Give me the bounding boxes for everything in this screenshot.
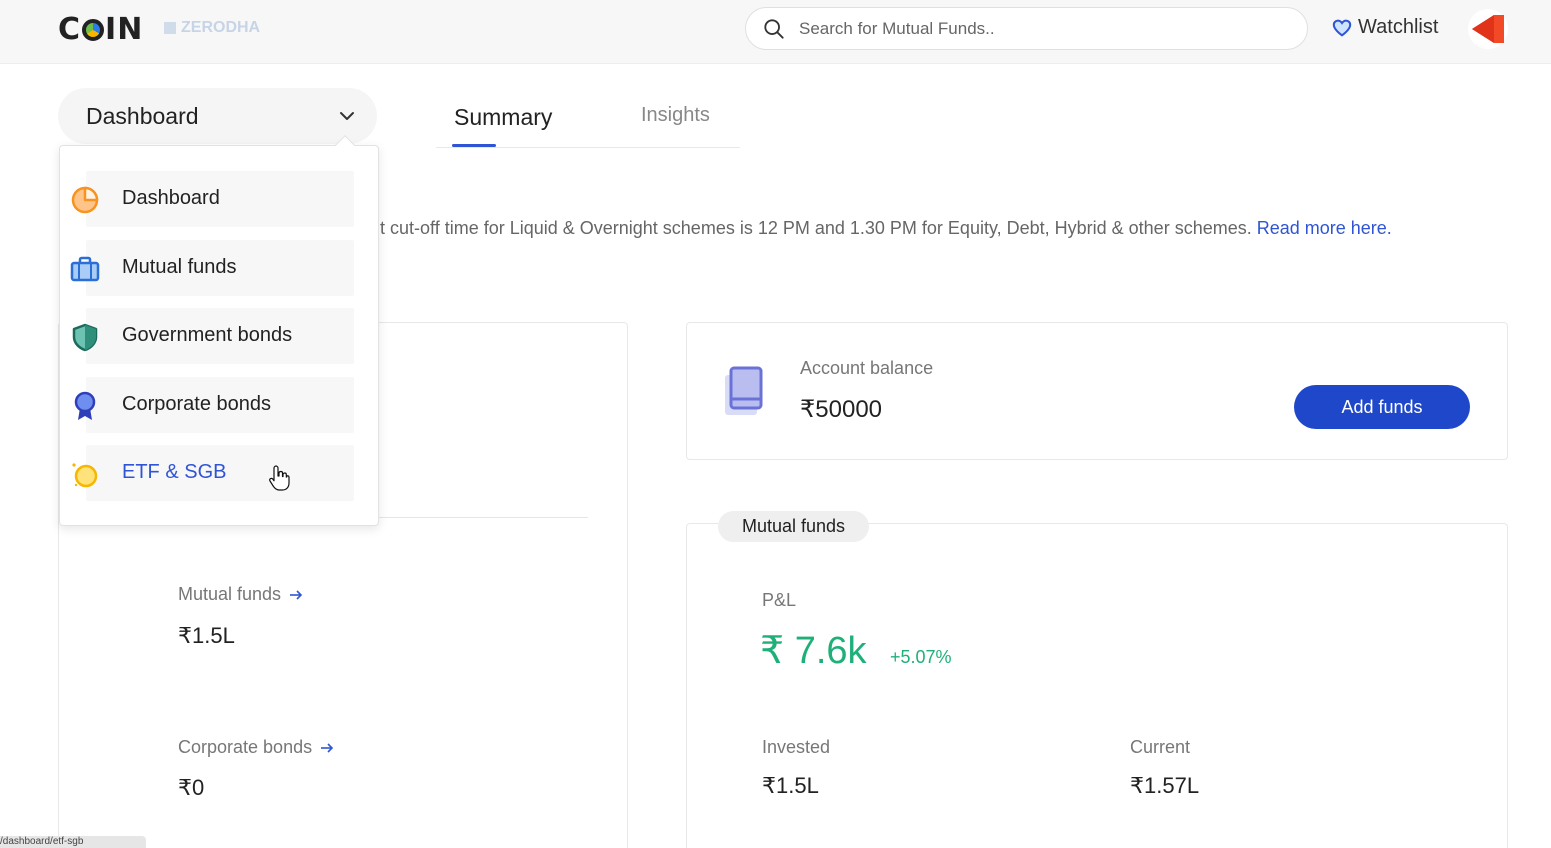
- dropdown-item-label: Government bonds: [122, 324, 293, 346]
- briefcase-icon: [70, 256, 100, 282]
- holdings-divider: [360, 517, 588, 518]
- section-selector[interactable]: Dashboard: [58, 88, 377, 144]
- account-balance-card: Account balance ₹50000 Add funds: [686, 322, 1508, 460]
- dropdown-item-government-bonds[interactable]: Government bonds: [60, 308, 380, 364]
- zerodha-flag-icon: [164, 22, 176, 34]
- invested-label: Invested: [762, 737, 831, 757]
- current-value: ₹1.57L: [1130, 773, 1200, 798]
- invested-value: ₹1.5L: [762, 773, 819, 798]
- holding-label: Mutual funds: [178, 584, 282, 604]
- dropdown-item-label: Mutual funds: [122, 256, 237, 278]
- holding-mutual-funds-link[interactable]: Mutual funds: [178, 584, 303, 605]
- dropdown-item-mutual-funds[interactable]: Mutual funds: [60, 240, 380, 296]
- tab-insights[interactable]: Insights: [641, 104, 710, 127]
- gold-coin-icon: [72, 463, 98, 488]
- holding-value: ₹0: [178, 775, 205, 800]
- holding-label: Corporate bonds: [178, 737, 313, 757]
- section-selector-label: Dashboard: [86, 102, 199, 129]
- read-more-link[interactable]: Read more here.: [1257, 218, 1392, 238]
- dropdown-item-dashboard[interactable]: Dashboard: [60, 171, 380, 227]
- dropdown-item-label: ETF & SGB: [122, 461, 227, 483]
- ledger-book-icon: [725, 366, 763, 415]
- search-box[interactable]: [745, 7, 1308, 50]
- dropdown-item-etf-sgb[interactable]: ETF & SGB: [60, 445, 380, 501]
- dropdown-item-label: Corporate bonds: [122, 393, 271, 415]
- search-icon: [764, 18, 784, 39]
- cutoff-notice-text: t cut-off time for Liquid & Overnight sc…: [380, 218, 1257, 238]
- zerodha-brand[interactable]: ZERODHA: [164, 19, 260, 37]
- account-balance-label: Account balance: [800, 358, 934, 378]
- pl-value: ₹ 7.6k: [760, 630, 867, 672]
- zerodha-label: ZERODHA: [181, 19, 261, 36]
- top-header: CIN ZERODHA Watchlist: [0, 0, 1551, 64]
- dropdown-item-label: Dashboard: [122, 187, 220, 209]
- watchlist-label: Watchlist: [1358, 16, 1439, 38]
- hand-cursor-icon: [269, 465, 290, 491]
- holding-corporate-bonds-link[interactable]: Corporate bonds: [178, 737, 334, 758]
- ribbon-badge-icon: [74, 391, 96, 420]
- kite-logo-icon: [1472, 15, 1504, 43]
- dropdown-item-corporate-bonds[interactable]: Corporate bonds: [60, 377, 380, 433]
- cutoff-notice: t cut-off time for Liquid & Overnight sc…: [380, 218, 1392, 239]
- chevron-down-icon: [340, 112, 354, 120]
- active-tab-indicator: [452, 144, 496, 147]
- mutual-funds-card: [686, 523, 1508, 848]
- kite-avatar[interactable]: [1468, 9, 1508, 49]
- arrow-right-icon: [321, 742, 334, 753]
- section-dropdown-menu: Dashboard Mutual funds Government bonds …: [59, 135, 380, 526]
- shield-icon: [72, 323, 98, 352]
- heart-icon: [1332, 19, 1352, 37]
- view-tabs: Summary Insights: [436, 88, 740, 148]
- search-input[interactable]: [799, 18, 1279, 39]
- browser-status-bar: /dashboard/etf-sgb: [0, 836, 146, 848]
- arrow-right-icon: [290, 589, 303, 600]
- coin-logo[interactable]: C IN: [58, 12, 143, 47]
- add-funds-button[interactable]: Add funds: [1294, 385, 1470, 429]
- watchlist-link[interactable]: Watchlist: [1332, 16, 1438, 39]
- pl-percentage: +5.07%: [890, 647, 952, 667]
- pie-chart-icon: [71, 186, 99, 214]
- holding-value: ₹1.5L: [178, 623, 235, 648]
- pl-label: P&L: [762, 590, 797, 610]
- tab-summary[interactable]: Summary: [454, 104, 552, 131]
- logo-ring-icon: [82, 19, 105, 41]
- current-label: Current: [1130, 737, 1191, 757]
- mutual-funds-chip: Mutual funds: [718, 511, 870, 542]
- account-balance-value: ₹50000: [800, 396, 883, 423]
